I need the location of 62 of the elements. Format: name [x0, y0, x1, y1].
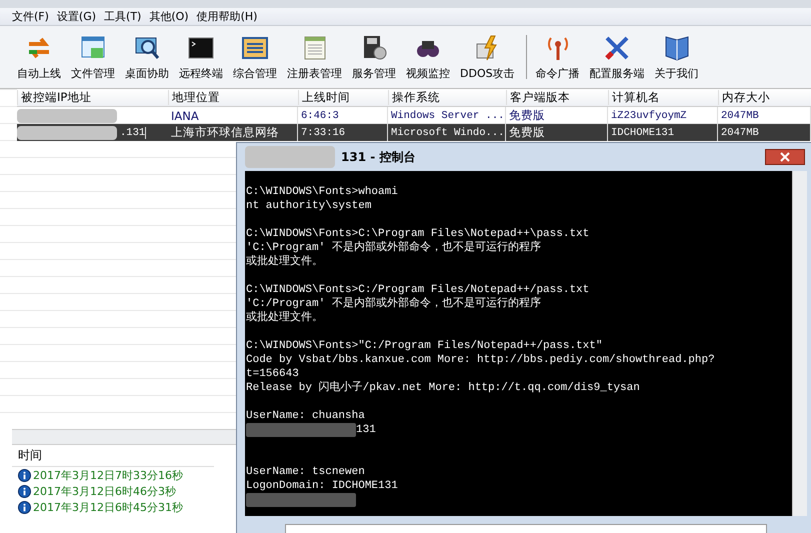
- window-title: 131 - 控制台: [341, 148, 416, 166]
- table-cell: 上海市环球信息网络: [168, 124, 298, 141]
- table-row[interactable]: .131 上海市环球信息网络 7:33:16 Microsoft Windo... 免费版 IDCHOME131 2047MB: [17, 124, 811, 141]
- info-icon: [18, 500, 31, 514]
- toolbar-button[interactable]: 远程终端: [176, 34, 226, 80]
- table-cell: 2047MB: [718, 124, 811, 141]
- table-cell: .131: [117, 126, 146, 138]
- terminal-line: 'C:/Program' 不是内部或外部命令，也不是可运行的程序: [246, 297, 541, 310]
- toolbar-button[interactable]: 服务管理: [349, 34, 399, 80]
- toolbar-button[interactable]: DDOS攻击: [457, 34, 518, 80]
- info-icon: [18, 468, 31, 482]
- toolbar-button[interactable]: 命令广播: [532, 34, 583, 80]
- table-cell: IDCHOME131: [608, 124, 718, 141]
- terminal-line: C:\WINDOWS\Fonts>C:\Program Files\Notepad++\pass.txt: [246, 227, 590, 240]
- log-entry: 2017年3月12日7时33分16秒: [33, 468, 183, 482]
- column-header[interactable]: 被控端IP地址: [17, 90, 168, 105]
- toolbar-button[interactable]: 配置服务端: [586, 34, 648, 80]
- toolbar-button[interactable]: 注册表管理: [284, 34, 345, 80]
- toolbar-icon: [603, 34, 632, 62]
- menu-item[interactable]: 文件(F): [8, 9, 53, 24]
- terminal-line: t=156643: [246, 367, 299, 381]
- terminal-line: UserName: chuansha: [246, 409, 365, 423]
- terminal-line: 131: [356, 423, 376, 437]
- toolbar-icon: [662, 34, 691, 62]
- column-header[interactable]: 操作系统: [388, 90, 506, 105]
- terminal-line: C:\WINDOWS\Fonts>C:/Program Files/Notepad++/pass.txt: [246, 283, 590, 296]
- info-icon: [18, 484, 31, 498]
- menu-item[interactable]: 使用帮助(H): [192, 9, 262, 24]
- column-header[interactable]: 计算机名: [608, 90, 718, 105]
- column-header[interactable]: 时间: [12, 445, 214, 467]
- toolbar-button[interactable]: 文件管理: [68, 34, 118, 80]
- column-header[interactable]: 内存大小: [718, 90, 811, 105]
- toolbar-button[interactable]: 视频监控: [403, 34, 453, 80]
- terminal-line: 'C:\Program' 不是内部或外部命令，也不是可运行的程序: [246, 241, 541, 254]
- table-cell: 免费版: [506, 124, 608, 141]
- log-entry: 2017年3月12日6时45分31秒: [33, 500, 183, 514]
- close-button[interactable]: [765, 149, 805, 165]
- menu-item[interactable]: 设置(G): [52, 9, 100, 24]
- terminal-line: 或批处理文件。: [246, 311, 323, 325]
- table-cell: 7:33:16: [298, 124, 388, 141]
- terminal-line: UserName: tscnewen: [246, 465, 365, 479]
- table-cell: Microsoft Windo...: [388, 124, 506, 141]
- toolbar-button[interactable]: 关于我们: [652, 34, 702, 80]
- toolbar-button[interactable]: 综合管理: [230, 34, 280, 80]
- terminal-line: C:\WINDOWS\Fonts>whoami: [246, 185, 398, 199]
- column-header[interactable]: 地理位置: [168, 90, 298, 105]
- terminal-line: LogonDomain: IDCHOME131: [246, 479, 398, 493]
- close-icon: [780, 152, 790, 162]
- column-header[interactable]: 客户端版本: [506, 90, 608, 105]
- toolbar-button[interactable]: 自动上线: [14, 34, 64, 80]
- log-entry: 2017年3月12日6时46分3秒: [33, 484, 176, 498]
- terminal-line: Release by 闪电小子/pkav.net More: http://t.qq.com/dis9_tysan: [246, 381, 640, 395]
- column-header[interactable]: 上线时间: [298, 90, 388, 105]
- toolbar-button[interactable]: 桌面协助: [122, 34, 172, 80]
- menu-item[interactable]: 工具(T): [100, 9, 146, 24]
- horizontal-scrollbar[interactable]: [12, 429, 236, 445]
- menu-item[interactable]: 其他(O): [145, 9, 193, 24]
- terminal-line: C:\WINDOWS\Fonts>"C:/Program Files/Notepad++/pass.txt": [246, 339, 602, 353]
- terminal-line: nt authority\system: [246, 199, 372, 213]
- vertical-scrollbar[interactable]: [792, 171, 807, 516]
- terminal-line: 或批处理文件。: [246, 255, 323, 269]
- terminal-line: Code by Vsbat/bbs.kanxue.com More: http://bbs.pediy.com/showthread.php?: [246, 353, 715, 367]
